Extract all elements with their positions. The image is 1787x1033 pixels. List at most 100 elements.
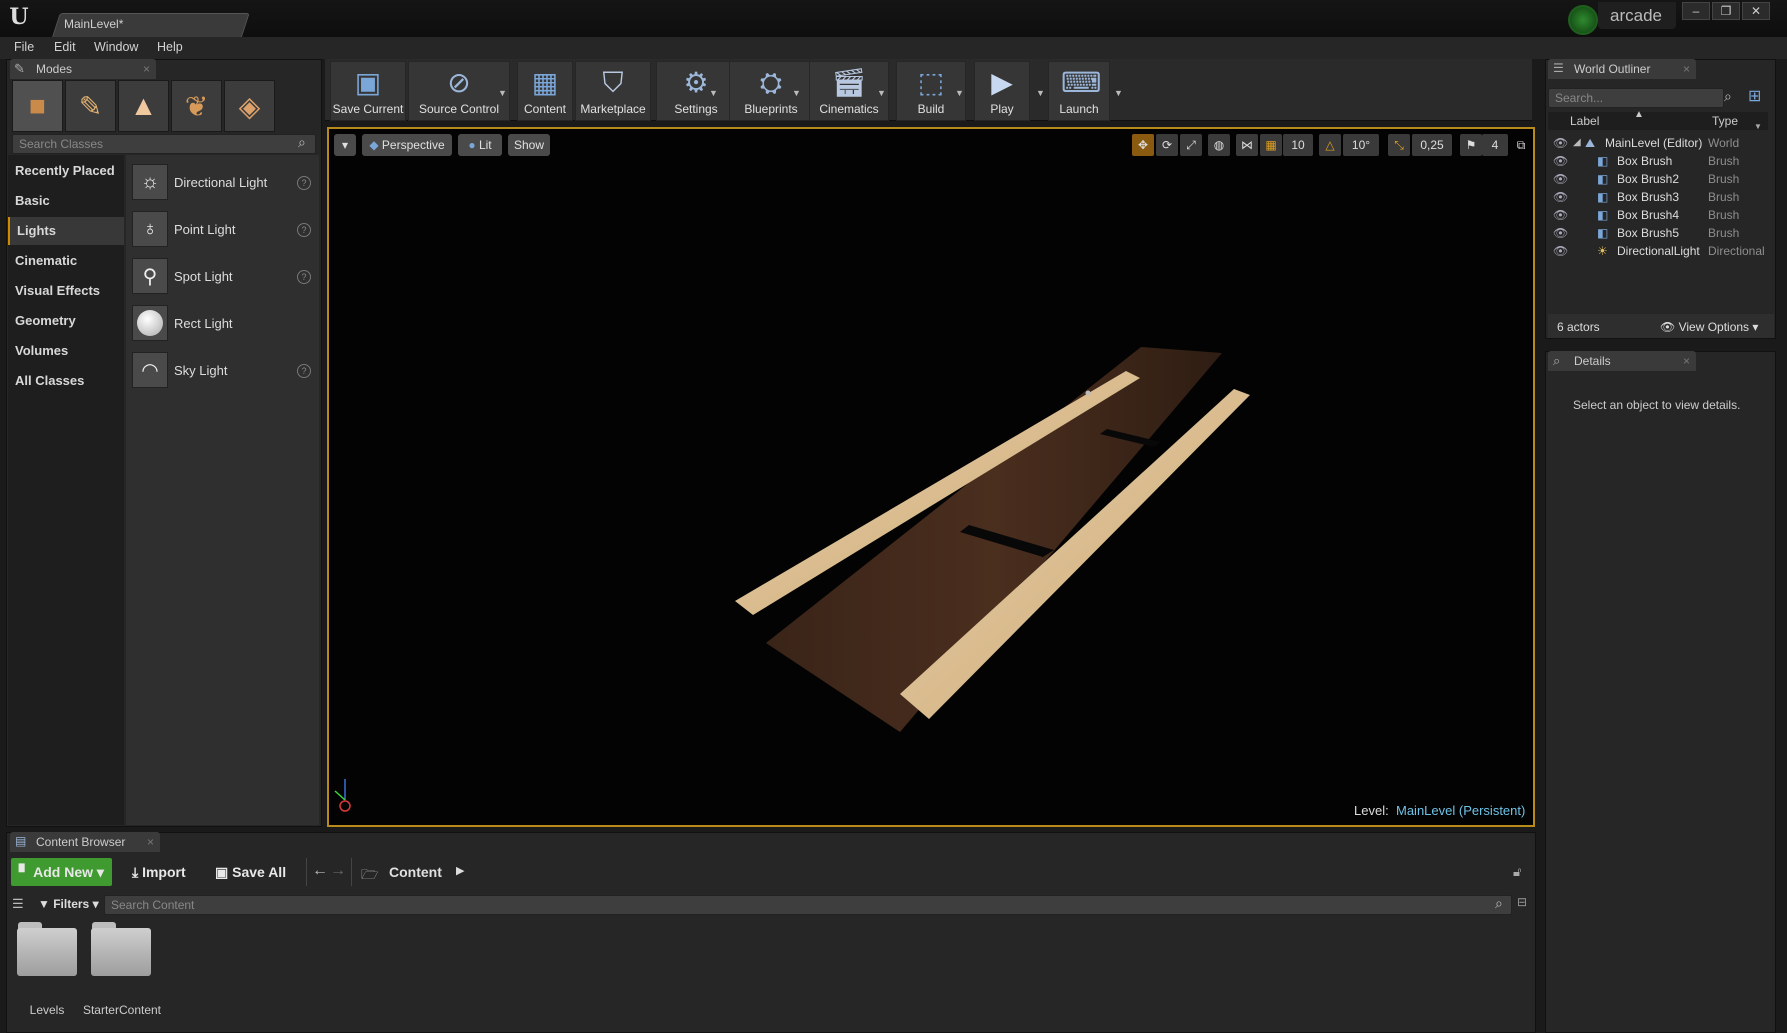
grid-snap-icon[interactable]: ▦ [1260, 134, 1282, 156]
play-button[interactable]: ▶ Play [974, 61, 1030, 121]
level-viewport[interactable] [327, 127, 1535, 827]
outliner-row[interactable]: ◧ Box Brush3 Brush [1553, 188, 1773, 206]
import-button[interactable]: ⤓ Import [124, 858, 194, 886]
category-lights[interactable]: Lights [8, 217, 124, 245]
scale-icon[interactable]: ⤢ [1180, 134, 1202, 156]
point-light-item[interactable]: Point Light [174, 222, 235, 237]
content-button[interactable]: ▦ Content [517, 61, 573, 121]
close-icon[interactable]: × [1683, 59, 1690, 79]
outliner-row[interactable]: ◧ Box Brush4 Brush [1553, 206, 1773, 224]
point-light-icon[interactable]: ♁ [132, 211, 168, 247]
outliner-row[interactable]: ◢ ⛰ MainLevel (Editor) World [1553, 134, 1773, 152]
rotation-snap-icon[interactable]: △ [1319, 134, 1341, 156]
dropdown-arrow-icon[interactable]: ▼ [1036, 88, 1045, 98]
add-new-button[interactable]: ▘ Add New ▾ [11, 858, 112, 886]
translate-icon[interactable]: ✥ [1132, 134, 1154, 156]
camera-speed-icon[interactable]: ⚑ [1460, 134, 1482, 156]
rect-light-item[interactable]: Rect Light [174, 316, 233, 331]
label-column-header[interactable]: Label [1570, 114, 1599, 128]
outliner-search-input[interactable]: Search... [1548, 88, 1724, 108]
minimize-button[interactable]: – [1682, 2, 1710, 20]
directional-light-icon[interactable]: ☼ [132, 164, 168, 200]
spot-light-item[interactable]: Spot Light [174, 269, 233, 284]
category-basic[interactable]: Basic [8, 187, 124, 215]
geometry-mode-button[interactable]: ◈ [224, 80, 275, 132]
maximize-button[interactable]: ❐ [1712, 2, 1740, 20]
close-icon[interactable]: × [1683, 351, 1690, 371]
content-browser-tab[interactable]: Content Browser × [10, 832, 160, 852]
marketplace-button[interactable]: ⛉ Marketplace [575, 61, 651, 121]
modes-tab[interactable]: Modes × [10, 59, 156, 79]
camera-speed-value[interactable]: 4 [1482, 134, 1508, 156]
source-control-button[interactable]: ⊘ Source Control [408, 61, 510, 121]
close-window-button[interactable]: ✕ [1742, 2, 1770, 20]
save-current-button[interactable]: ▣ Save Current [330, 61, 406, 121]
landscape-mode-button[interactable]: ▲ [118, 80, 169, 132]
category-cinematic[interactable]: Cinematic [8, 247, 124, 275]
menu-window[interactable]: Window [94, 40, 138, 54]
level-name-link[interactable]: MainLevel (Persistent) [1396, 803, 1525, 818]
save-search-icon[interactable]: ⊟ [1517, 895, 1527, 909]
lock-icon[interactable]: 🔓︎ [1513, 864, 1521, 880]
scale-snap-value[interactable]: 0,25 [1412, 134, 1452, 156]
show-button[interactable]: Show [508, 134, 550, 156]
help-icon[interactable]: ? [297, 270, 311, 284]
add-actor-icon[interactable]: ⊞ [1748, 86, 1761, 106]
world-outliner-tab[interactable]: World Outliner × [1548, 59, 1696, 79]
category-volumes[interactable]: Volumes [8, 337, 124, 365]
menu-file[interactable]: File [14, 40, 34, 54]
launch-button[interactable]: ⌨ Launch [1048, 61, 1110, 121]
sky-light-item[interactable]: Sky Light [174, 363, 227, 378]
category-all-classes[interactable]: All Classes [8, 367, 124, 395]
details-tab[interactable]: Details × [1548, 351, 1696, 371]
back-arrow-icon[interactable]: ← [312, 862, 328, 880]
viewport-options-button[interactable]: ▾ [334, 134, 356, 156]
project-icon[interactable] [1568, 5, 1598, 35]
outliner-row[interactable]: ☀ DirectionalLight Directional [1553, 242, 1773, 260]
save-all-button[interactable]: ▣ Save All [207, 858, 294, 886]
perspective-button[interactable]: ◆ Perspective [362, 134, 452, 156]
path-chevron-icon[interactable]: ▶ [456, 864, 464, 877]
place-mode-button[interactable]: ■ [12, 80, 63, 132]
view-options-button[interactable]: 👁︎ View Options ▾ [1660, 320, 1758, 334]
lit-button[interactable]: ● Lit [458, 134, 502, 156]
dropdown-arrow-icon[interactable]: ▼ [1114, 88, 1123, 98]
category-visual-effects[interactable]: Visual Effects [8, 277, 124, 305]
foliage-mode-button[interactable]: ❦ [171, 80, 222, 132]
dropdown-arrow-icon[interactable]: ▼ [709, 88, 718, 98]
help-icon[interactable]: ? [297, 223, 311, 237]
sources-panel-icon[interactable]: ☰ [12, 896, 24, 912]
rotation-snap-value[interactable]: 10° [1343, 134, 1379, 156]
column-menu-icon[interactable]: ▼ [1754, 122, 1762, 131]
directional-light-item[interactable]: Directional Light [174, 175, 267, 190]
forward-arrow-icon[interactable]: → [330, 862, 346, 880]
expand-arrow-icon[interactable]: ◢ [1573, 134, 1581, 152]
search-content-input[interactable]: Search Content [104, 895, 1512, 915]
path-content[interactable]: Content [389, 864, 442, 880]
maximize-viewport-icon[interactable]: ⧉ [1514, 134, 1528, 156]
close-icon[interactable]: × [147, 832, 154, 852]
scale-snap-icon[interactable]: ⤡ [1388, 134, 1410, 156]
search-classes-input[interactable]: Search Classes [12, 134, 316, 154]
type-column-header[interactable]: Type [1712, 114, 1738, 128]
spot-light-icon[interactable]: ⚲ [132, 258, 168, 294]
menu-help[interactable]: Help [157, 40, 183, 54]
paint-mode-button[interactable]: ✎ [65, 80, 116, 132]
menu-edit[interactable]: Edit [54, 40, 76, 54]
dropdown-arrow-icon[interactable]: ▼ [792, 88, 801, 98]
rect-light-icon[interactable] [132, 305, 168, 341]
levels-folder[interactable] [17, 928, 77, 976]
directional-light-marker[interactable] [1085, 390, 1091, 396]
unreal-logo-icon[interactable]: U [6, 4, 32, 30]
surface-snap-icon[interactable]: ⋈ [1236, 134, 1258, 156]
close-icon[interactable]: × [143, 59, 150, 79]
outliner-row[interactable]: ◧ Box Brush Brush [1553, 152, 1773, 170]
starter-content-folder[interactable] [91, 928, 151, 976]
world-local-icon[interactable]: ◍ [1208, 134, 1230, 156]
filters-button[interactable]: ▼ Filters ▾ [38, 897, 99, 911]
category-geometry[interactable]: Geometry [8, 307, 124, 335]
dropdown-arrow-icon[interactable]: ▼ [498, 88, 507, 98]
sky-light-icon[interactable]: ◠ [132, 352, 168, 388]
category-recently-placed[interactable]: Recently Placed [8, 157, 124, 185]
outliner-row[interactable]: ◧ Box Brush2 Brush [1553, 170, 1773, 188]
